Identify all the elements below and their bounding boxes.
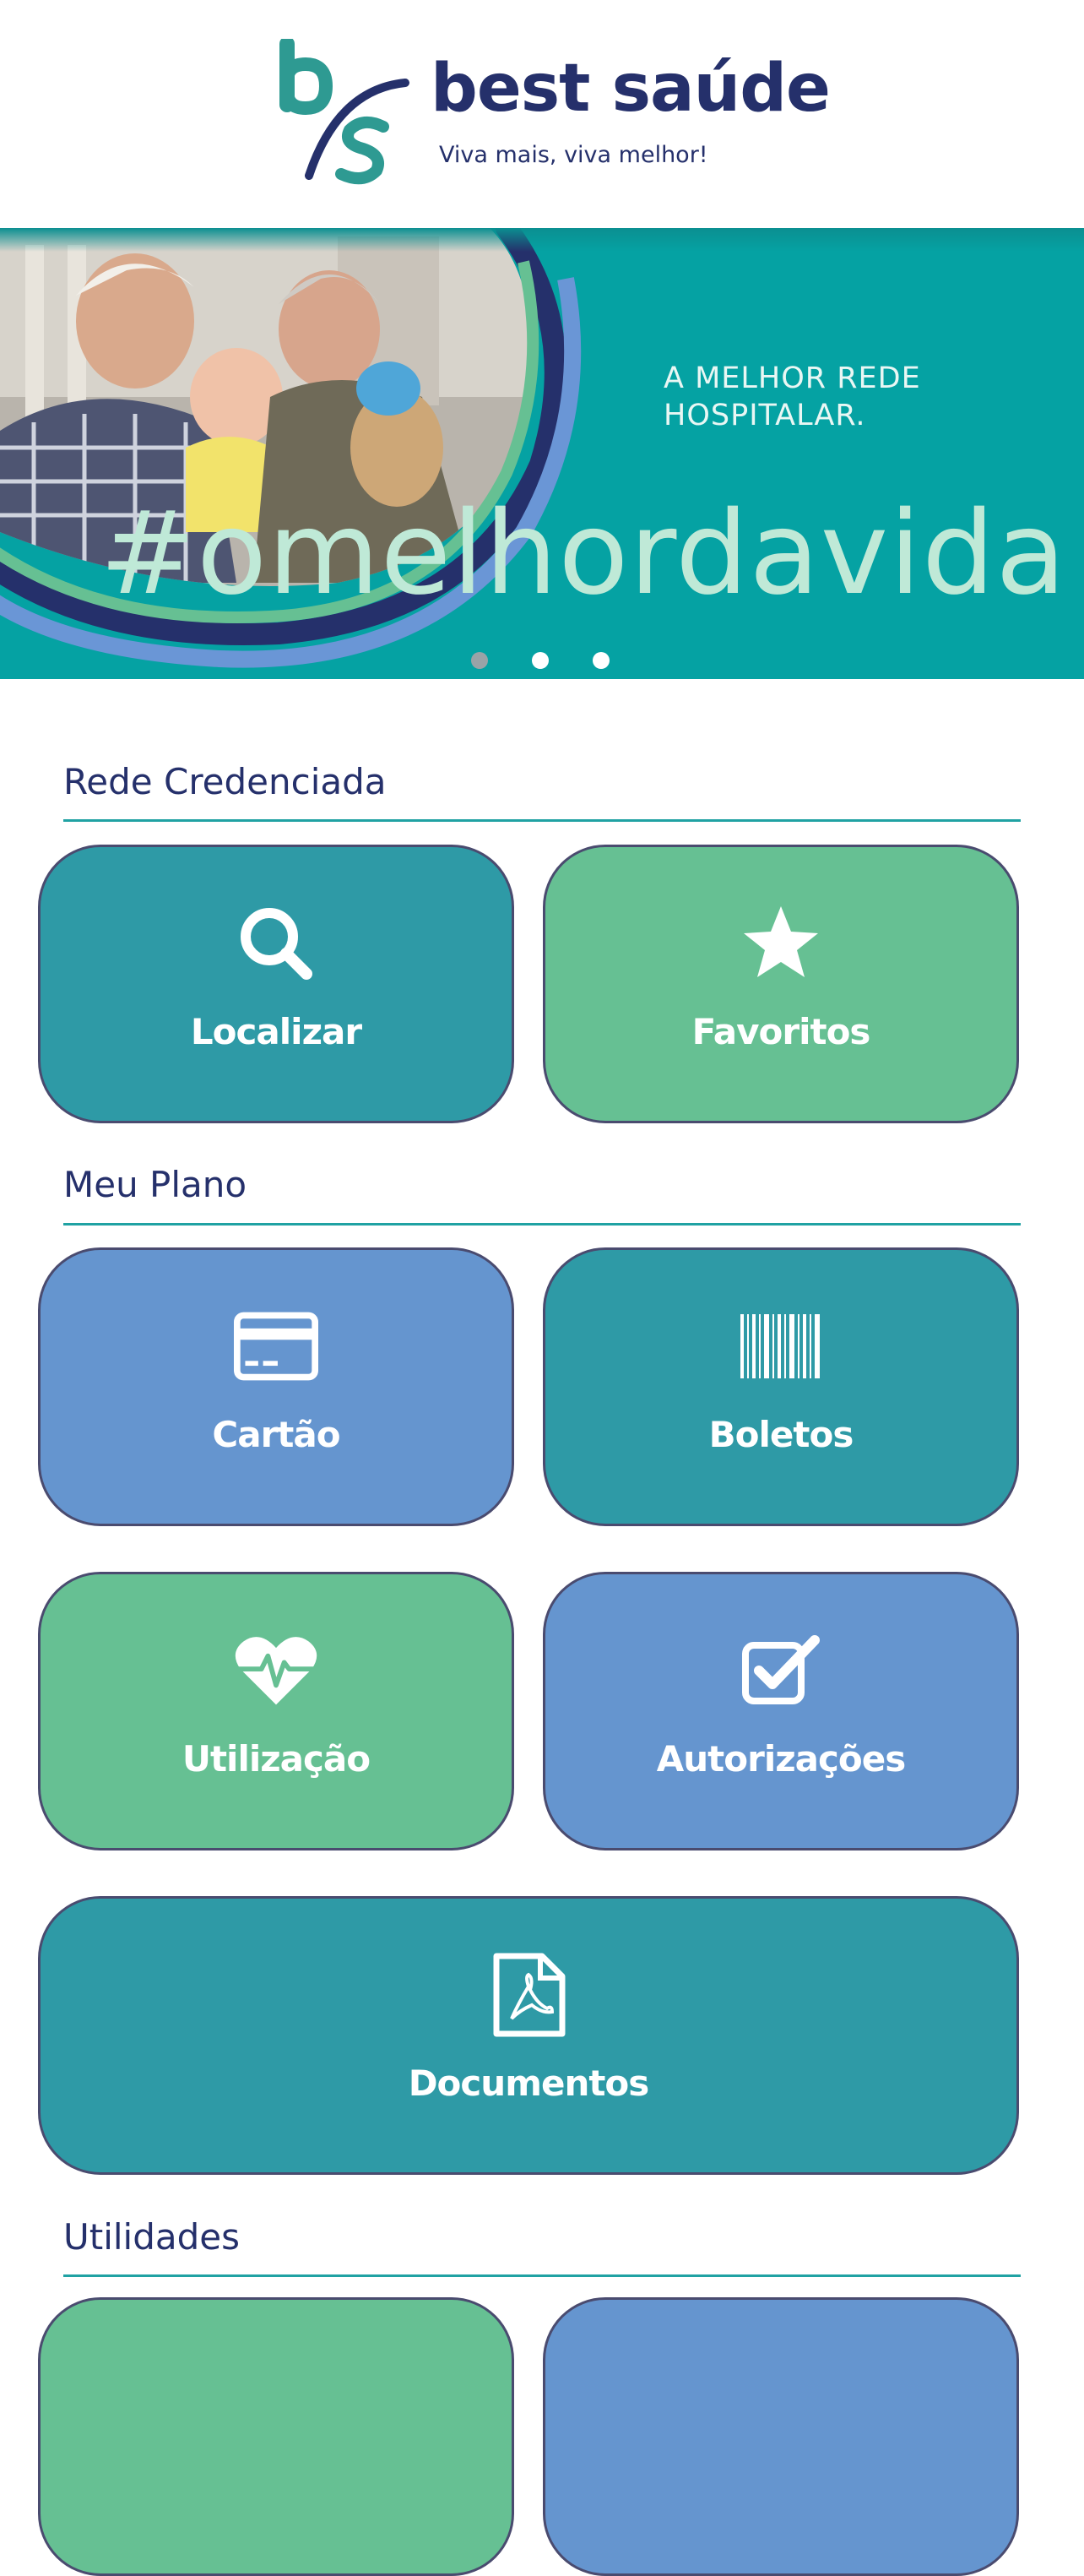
credit-card-icon <box>234 1304 318 1389</box>
banner-shadow <box>0 228 1084 252</box>
promo-banner[interactable]: A MELHOR REDE HOSPITALAR. #omelhordavida <box>0 228 1084 679</box>
autorizacoes-label: Autorizações <box>656 1738 906 1780</box>
localizar-label: Localizar <box>190 1011 362 1052</box>
section-divider <box>63 2274 1021 2277</box>
app-header: best saúde Viva mais, viva melhor! <box>0 0 1084 228</box>
favoritos-button[interactable]: Favoritos <box>543 845 1019 1123</box>
boletos-button[interactable]: Boletos <box>543 1247 1019 1526</box>
favoritos-label: Favoritos <box>691 1011 871 1052</box>
carousel-indicators <box>471 652 610 669</box>
barcode-icon <box>739 1304 823 1389</box>
documentos-label: Documentos <box>408 2062 650 2104</box>
brand-name: best saúde <box>431 51 831 127</box>
logo-icon <box>279 39 409 185</box>
carousel-dot-1[interactable] <box>471 652 488 669</box>
heartbeat-icon <box>234 1628 318 1713</box>
section-title-utilidades: Utilidades <box>63 2216 240 2258</box>
checkbox-icon <box>739 1628 823 1713</box>
cartao-label: Cartão <box>212 1414 340 1455</box>
documentos-button[interactable]: Documentos <box>38 1896 1019 2175</box>
utilizacao-button[interactable]: Utilização <box>38 1572 514 1850</box>
banner-hashtag: #omelhordavida <box>100 487 1067 621</box>
localizar-button[interactable]: Localizar <box>38 845 514 1123</box>
banner-headline: A MELHOR REDE HOSPITALAR. <box>664 361 921 432</box>
search-icon <box>234 901 318 986</box>
utilidades-tile-2[interactable] <box>543 2297 1019 2576</box>
cartao-button[interactable]: Cartão <box>38 1247 514 1526</box>
boletos-label: Boletos <box>708 1414 854 1455</box>
section-title-meu-plano: Meu Plano <box>63 1164 247 1205</box>
carousel-dot-2[interactable] <box>532 652 549 669</box>
utilidades-tile-1[interactable] <box>38 2297 514 2576</box>
brand-tagline: Viva mais, viva melhor! <box>439 142 708 168</box>
section-divider <box>63 819 1021 822</box>
autorizacoes-button[interactable]: Autorizações <box>543 1572 1019 1850</box>
pdf-file-icon <box>486 1953 571 2037</box>
carousel-dot-3[interactable] <box>593 652 610 669</box>
utilizacao-label: Utilização <box>182 1738 371 1780</box>
section-title-rede-credenciada: Rede Credenciada <box>63 761 387 802</box>
section-divider <box>63 1223 1021 1226</box>
star-icon <box>739 901 823 986</box>
